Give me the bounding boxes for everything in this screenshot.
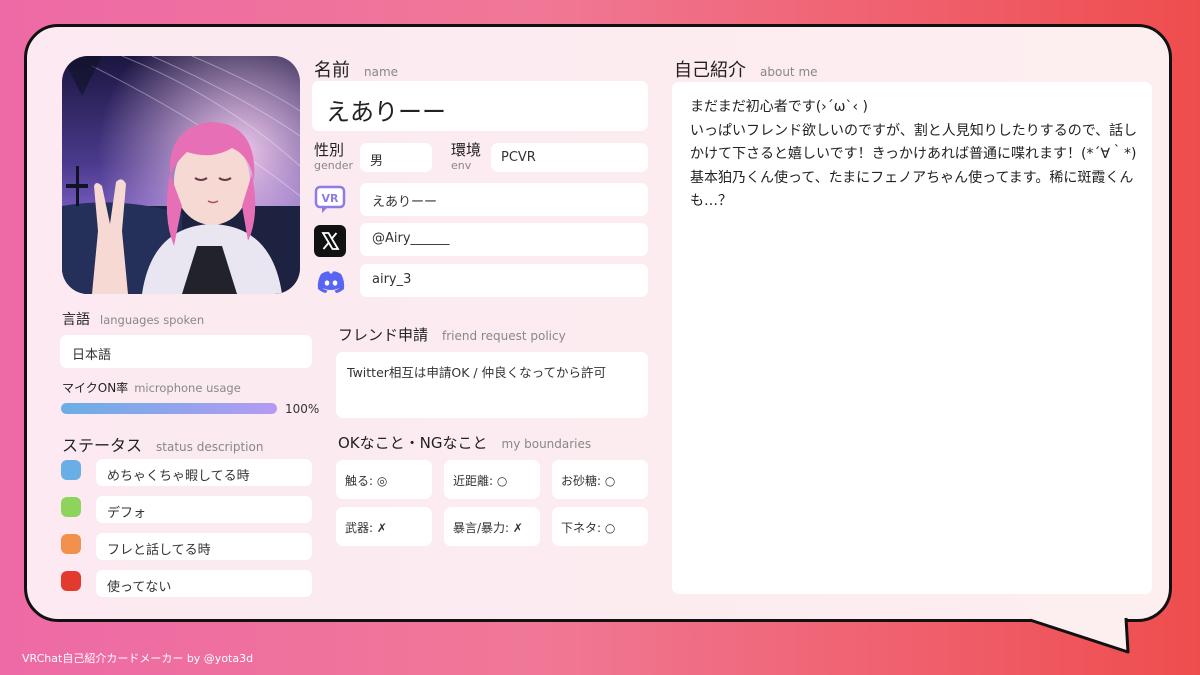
- languages-heading: 言語 languages spoken: [62, 312, 205, 328]
- list-item: めちゃくちゃ暇してる時: [96, 459, 312, 486]
- boundary-text: 武器: ✗: [345, 521, 387, 535]
- boundary-item: 下ネタ: ○: [552, 507, 648, 546]
- env-value: PCVR: [501, 150, 536, 165]
- friend-heading: フレンド申請 friend request policy: [338, 326, 566, 344]
- x-icon: [314, 225, 346, 257]
- mic-bar-track: [61, 403, 277, 414]
- name-value: えありーー: [326, 98, 446, 126]
- vrchat-icon: VR: [314, 184, 346, 216]
- status-dot: [61, 571, 81, 591]
- boundary-text: お砂糖: ○: [561, 474, 616, 488]
- status-dot: [61, 460, 81, 480]
- boundary-text: 下ネタ: ○: [561, 521, 616, 535]
- status-dot: [61, 497, 81, 517]
- env-heading: 環境 env: [451, 141, 482, 172]
- mic-value: 100%: [285, 402, 320, 416]
- boundary-text: 近距離: ○: [453, 474, 508, 488]
- languages-box: 日本語: [60, 335, 312, 368]
- gender-heading: 性別 gender: [314, 141, 353, 172]
- boundary-text: 触る: ◎: [345, 474, 388, 488]
- about-text: まだまだ初心者です(›´ω`‹ ) いっぱいフレンド欲しいのですが、割と人見知り…: [690, 99, 1138, 209]
- x-account-box: @Airy______: [360, 223, 648, 256]
- status-heading: ステータス status description: [62, 436, 264, 455]
- gender-value: 男: [370, 154, 384, 169]
- name-heading: 名前 name: [314, 60, 399, 81]
- status-text: めちゃくちゃ暇してる時: [107, 469, 250, 484]
- languages-value: 日本語: [72, 348, 112, 363]
- mic-heading: マイクON率 microphone usage: [62, 381, 241, 395]
- vrchat-account-value: えありーー: [372, 195, 438, 210]
- boundary-text: 暴言/暴力: ✗: [453, 521, 523, 535]
- friend-value: Twitter相互は申請OK / 仲良くなってから許可: [347, 365, 606, 380]
- boundary-item: 武器: ✗: [336, 507, 432, 546]
- status-text: 使ってない: [107, 580, 172, 595]
- list-item: デフォ: [96, 496, 312, 523]
- about-heading: 自己紹介 about me: [674, 60, 818, 81]
- boundary-item: お砂糖: ○: [552, 460, 648, 499]
- boundary-item: 近距離: ○: [444, 460, 540, 499]
- vrchat-account-box: えありーー: [360, 183, 648, 216]
- status-text: デフォ: [107, 506, 147, 521]
- x-account-value: @Airy______: [372, 231, 450, 246]
- discord-icon: [314, 266, 348, 298]
- env-box: PCVR: [491, 143, 648, 172]
- svg-text:VR: VR: [322, 192, 340, 205]
- list-item: フレと話してる時: [96, 533, 312, 560]
- footer-credit: VRChat自己紹介カードメーカー by @yota3d: [22, 652, 254, 665]
- avatar: [62, 56, 300, 294]
- boundary-item: 触る: ◎: [336, 460, 432, 499]
- mic-bar-fill: [61, 403, 277, 414]
- gender-box: 男: [360, 143, 432, 172]
- discord-account-value: airy_3: [372, 272, 412, 287]
- name-box: えありーー: [312, 81, 648, 131]
- status-dot: [61, 534, 81, 554]
- discord-account-box: airy_3: [360, 264, 648, 297]
- boundaries-heading: OKなこと・NGなこと my boundaries: [338, 434, 592, 452]
- list-item: 使ってない: [96, 570, 312, 597]
- boundary-item: 暴言/暴力: ✗: [444, 507, 540, 546]
- friend-box: Twitter相互は申請OK / 仲良くなってから許可: [336, 352, 648, 418]
- status-text: フレと話してる時: [107, 543, 211, 558]
